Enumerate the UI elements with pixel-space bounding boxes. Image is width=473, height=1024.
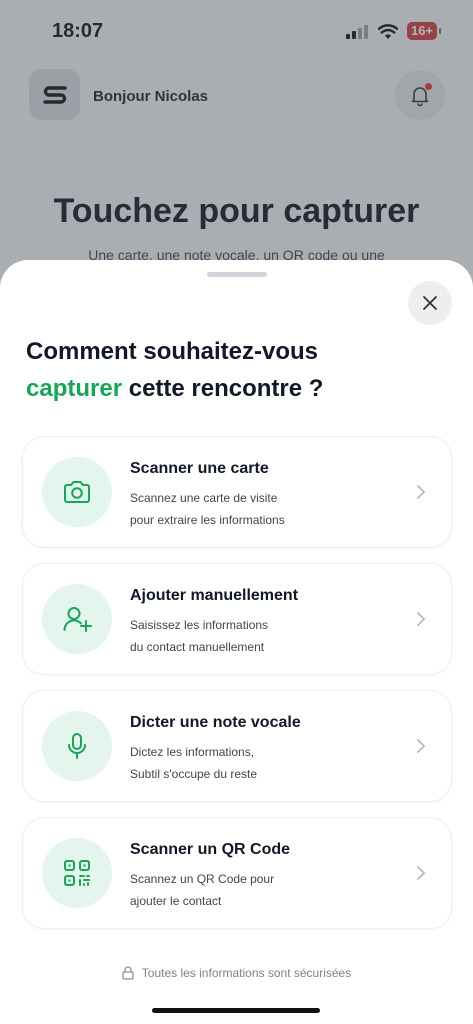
option-title: Scanner une carte (130, 460, 269, 477)
sheet-heading: Comment souhaitez-vous capturer cette re… (26, 333, 323, 407)
option-icon-circle (42, 457, 112, 527)
chevron-right-icon (417, 612, 426, 626)
option-scan-qr[interactable]: Scanner un QR Code Scannez un QR Code po… (22, 817, 452, 929)
option-description: Scannez un QR Code pour ajouter le contac… (130, 872, 275, 908)
option-icon-circle (42, 711, 112, 781)
heading-line1: Comment souhaitez-vous (26, 338, 319, 365)
option-description: Saisissez les informations du contact man… (130, 618, 269, 654)
option-icon-circle (42, 584, 112, 654)
close-icon (423, 296, 437, 310)
option-title: Ajouter manuellement (130, 587, 299, 604)
chevron-right-icon (417, 485, 426, 499)
heading-rest: cette rencontre ? (122, 375, 324, 402)
microphone-icon (68, 733, 86, 759)
close-button[interactable] (408, 281, 452, 325)
user-plus-icon (63, 607, 92, 632)
security-note: Toutes les informations sont sécurisées (0, 966, 473, 980)
security-note-text: Toutes les informations sont sécurisées (141, 966, 352, 980)
home-indicator[interactable] (152, 1008, 320, 1013)
heading-accent: capturer (26, 375, 123, 402)
option-description: Dictez les informations, Subtil s'occupe … (130, 745, 258, 781)
option-voice-note[interactable]: Dicter une note vocale Dictez les inform… (22, 690, 452, 802)
option-title: Dicter une note vocale (130, 714, 301, 731)
option-add-manually[interactable]: Ajouter manuellement Saisissez les infor… (22, 563, 452, 675)
camera-icon (64, 481, 90, 503)
sheet-drag-handle[interactable] (207, 272, 267, 277)
lock-icon (122, 966, 134, 980)
option-scan-card[interactable]: Scanner une carte Scannez une carte de v… (22, 436, 452, 548)
qr-code-icon (64, 860, 90, 886)
capture-bottom-sheet: Comment souhaitez-vous capturer cette re… (0, 260, 473, 1024)
chevron-right-icon (417, 866, 426, 880)
option-title: Scanner un QR Code (130, 841, 291, 858)
chevron-right-icon (417, 739, 426, 753)
option-icon-circle (42, 838, 112, 908)
option-description: Scannez une carte de visite pour extraire… (130, 491, 285, 527)
